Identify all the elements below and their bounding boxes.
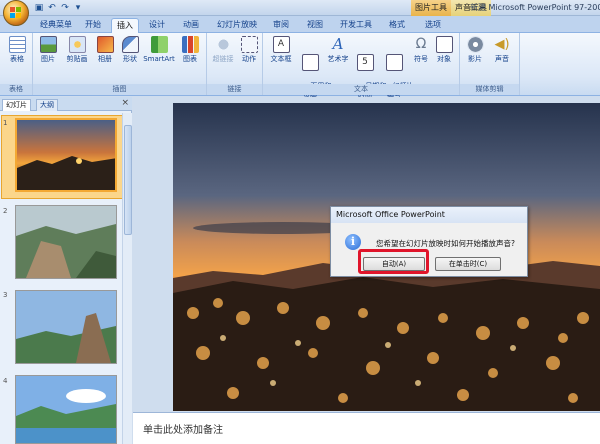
tab-view[interactable]: 视图	[302, 18, 328, 33]
tab-home[interactable]: 开始	[80, 18, 106, 33]
tab-options[interactable]: 选项	[420, 18, 446, 33]
symbol-button[interactable]: Ω 符号	[410, 36, 432, 64]
textbox-button[interactable]: A 文本框	[267, 36, 295, 64]
office-logo-icon	[9, 6, 23, 20]
ribbon-tabs: 经典菜单 开始 插入 设计 动画 幻灯片放映 审阅 视图 开发工具 格式 选项	[0, 16, 600, 33]
tab-outline[interactable]: 大纲	[36, 99, 58, 111]
omega-icon: Ω	[415, 36, 427, 52]
slide-number-2: 2	[3, 207, 8, 215]
ribbon: 表格 表格 图片 剪贴画 相册 形状 SmartArt 图表 插图 超链接 动作…	[0, 33, 600, 99]
hyperlink-button[interactable]: 超链接	[210, 36, 236, 64]
slide-thumbnail-1[interactable]	[15, 118, 117, 192]
group-media-clips: 影片 ◀) 声音 媒体剪辑	[460, 33, 520, 95]
office-button[interactable]	[3, 0, 29, 26]
table-button[interactable]: 表格	[5, 36, 29, 64]
window-title: 新建 Microsoft PowerPoint 97-2003 ...	[470, 3, 600, 12]
on-click-button[interactable]: 在单击时(C)	[435, 257, 501, 271]
object-button[interactable]: 对象	[433, 36, 455, 64]
dialog-title: Microsoft Office PowerPoint	[331, 207, 527, 223]
photo-album-icon	[96, 36, 114, 53]
tab-design[interactable]: 设计	[144, 18, 170, 33]
tab-animation[interactable]: 动画	[178, 18, 204, 33]
tab-insert[interactable]: 插入	[111, 18, 139, 33]
clipart-icon	[68, 36, 86, 53]
action-icon	[240, 36, 258, 53]
close-icon[interactable]: ×	[121, 98, 129, 108]
red-highlight-box	[358, 249, 429, 274]
slides-panel: 幻灯片 大纲 × 1 2 3 4	[0, 97, 132, 444]
slide-number-1: 1	[3, 119, 8, 127]
slide-thumbnail-2[interactable]	[15, 205, 117, 279]
tab-classic-menu[interactable]: 经典菜单	[34, 18, 78, 33]
picture-button[interactable]: 图片	[37, 36, 59, 64]
group-links: 超链接 动作 链接	[207, 33, 263, 95]
movie-button[interactable]: 影片	[463, 36, 487, 64]
header-footer-icon	[301, 54, 319, 71]
dialog-message: 您希望在幻灯片放映时如何开始播放声音?	[376, 239, 515, 248]
chart-button[interactable]: 图表	[179, 36, 201, 64]
slide-number-icon	[385, 54, 403, 71]
action-button[interactable]: 动作	[238, 36, 260, 64]
chart-icon	[181, 36, 199, 53]
textbox-icon: A	[272, 36, 290, 53]
panel-scrollbar[interactable]	[122, 113, 132, 444]
sound-button[interactable]: ◀) 声音	[490, 36, 514, 64]
tab-review[interactable]: 审阅	[268, 18, 294, 33]
slide-number-3: 3	[3, 291, 8, 299]
group-label-text: 文本	[263, 84, 459, 95]
tab-format[interactable]: 格式	[384, 18, 410, 33]
undo-icon[interactable]: ↶	[47, 3, 57, 13]
calendar-icon: 5	[356, 54, 374, 71]
group-text: A 文本框 页眉和 页脚 A 艺术字 5 日期和 时间 幻灯片 编号 Ω 符号 …	[263, 33, 460, 99]
picture-icon	[39, 36, 57, 53]
notes-placeholder: 单击此处添加备注	[143, 425, 223, 436]
group-label-media: 媒体剪辑	[460, 84, 519, 95]
wordart-button[interactable]: A 艺术字	[324, 36, 352, 64]
group-table: 表格 表格	[0, 33, 33, 95]
shapes-button[interactable]: 形状	[119, 36, 141, 64]
save-icon[interactable]: ▣	[34, 3, 44, 13]
group-label-table: 表格	[0, 84, 32, 95]
smartart-icon	[150, 36, 168, 53]
shapes-icon	[121, 36, 139, 53]
notes-pane[interactable]: 单击此处添加备注	[133, 412, 600, 444]
slide-thumbnail-3[interactable]	[15, 290, 117, 364]
table-icon	[8, 36, 26, 53]
hyperlink-icon	[214, 36, 232, 53]
slide-number-4: 4	[3, 377, 8, 385]
redo-icon[interactable]: ↷	[60, 3, 70, 13]
clipart-button[interactable]: 剪贴画	[63, 36, 91, 64]
info-icon: i	[345, 234, 361, 250]
tab-developer[interactable]: 开发工具	[336, 18, 376, 33]
panel-tabs: 幻灯片 大纲 ×	[0, 97, 132, 111]
speaker-icon: ◀)	[494, 37, 510, 52]
photo-album-button[interactable]: 相册	[93, 36, 117, 64]
object-icon	[435, 36, 453, 53]
slide-thumbnail-4[interactable]	[15, 375, 117, 444]
customize-toolbar-icon[interactable]: ▾	[73, 3, 83, 13]
wordart-icon: A	[332, 35, 344, 53]
film-reel-icon	[466, 36, 484, 53]
smartart-button[interactable]: SmartArt	[143, 36, 175, 64]
group-label-links: 链接	[207, 84, 262, 95]
picture-tools-label: 图片工具	[411, 0, 451, 16]
scrollbar-thumb[interactable]	[124, 125, 132, 235]
tab-slideshow[interactable]: 幻灯片放映	[214, 18, 260, 33]
group-label-illustrations: 插图	[33, 84, 206, 95]
group-illustrations: 图片 剪贴画 相册 形状 SmartArt 图表 插图	[33, 33, 207, 95]
tab-slides[interactable]: 幻灯片	[2, 99, 31, 111]
